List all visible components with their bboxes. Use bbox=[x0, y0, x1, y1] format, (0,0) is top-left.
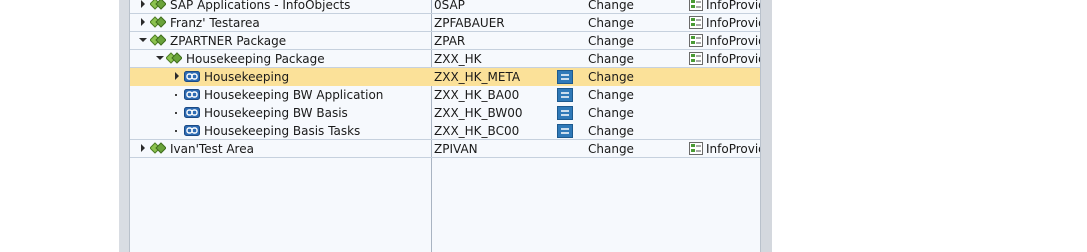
expand-icon[interactable] bbox=[175, 72, 179, 80]
technical-name: ZXX_HK_BC00 bbox=[434, 124, 520, 138]
tree-label: Housekeeping BW Basis bbox=[204, 106, 348, 120]
package-tree: SAP Applications - InfoObjects 0SAP Chan… bbox=[130, 0, 760, 252]
left-gutter bbox=[0, 0, 119, 252]
tree-row[interactable]: Housekeeping Basis Tasks ZXX_HK_BC00 Cha… bbox=[130, 122, 760, 140]
infoprovider-label[interactable]: InfoProvid bbox=[706, 0, 760, 12]
expand-icon[interactable] bbox=[141, 0, 145, 8]
change-link[interactable]: Change bbox=[588, 34, 634, 48]
tree-label: Housekeeping BW Application bbox=[204, 88, 384, 102]
infoprovider-icon bbox=[689, 52, 703, 65]
tree-row[interactable]: Housekeeping BW Basis ZXX_HK_BW00 Change bbox=[130, 104, 760, 122]
technical-name: ZPFABAUER bbox=[434, 16, 505, 30]
change-link[interactable]: Change bbox=[588, 88, 634, 102]
documentation-icon[interactable] bbox=[557, 124, 573, 138]
change-link[interactable]: Change bbox=[588, 106, 634, 120]
process-chain-component-icon bbox=[184, 89, 200, 100]
tree-label: ZPARTNER Package bbox=[170, 34, 287, 48]
technical-name: ZXX_HK_BA00 bbox=[434, 88, 520, 102]
leaf-bullet-icon bbox=[175, 130, 177, 132]
tree-row[interactable]: Ivan'Test Area ZPIVAN Change InfoProvid bbox=[130, 140, 760, 158]
documentation-icon[interactable] bbox=[557, 88, 573, 102]
leaf-bullet-icon bbox=[175, 94, 177, 96]
package-diamond-icon bbox=[150, 34, 166, 46]
expand-icon[interactable] bbox=[141, 18, 145, 26]
process-chain-component-icon bbox=[184, 125, 200, 136]
tree-row[interactable]: Franz' Testarea ZPFABAUER Change InfoPro… bbox=[130, 14, 760, 32]
process-chain-component-icon bbox=[184, 107, 200, 118]
infoprovider-label[interactable]: InfoProvid bbox=[706, 16, 760, 30]
infoprovider-icon bbox=[689, 34, 703, 47]
collapse-icon[interactable] bbox=[139, 38, 147, 42]
infoprovider-label[interactable]: InfoProvid bbox=[706, 34, 760, 48]
tree-label: Franz' Testarea bbox=[170, 16, 260, 30]
right-frame-line bbox=[760, 0, 761, 252]
infoprovider-icon bbox=[689, 142, 703, 155]
technical-name: ZXX_HK_BW00 bbox=[434, 106, 523, 120]
technical-name: ZXX_HK_META bbox=[434, 70, 521, 84]
documentation-icon[interactable] bbox=[557, 70, 573, 84]
change-link[interactable]: Change bbox=[588, 52, 634, 66]
process-chain-component-icon bbox=[184, 71, 200, 82]
tree-label: Housekeeping Package bbox=[186, 52, 325, 66]
tree-row-selected[interactable]: Housekeeping ZXX_HK_META Change bbox=[130, 68, 760, 86]
leaf-bullet-icon bbox=[175, 112, 177, 114]
technical-name: ZPAR bbox=[434, 34, 466, 48]
collapse-icon[interactable] bbox=[156, 56, 164, 60]
tree-label: Housekeeping bbox=[204, 70, 290, 84]
infoprovider-label[interactable]: InfoProvid bbox=[706, 52, 760, 66]
technical-name: ZPIVAN bbox=[434, 142, 478, 156]
tree-label: Housekeeping Basis Tasks bbox=[204, 124, 361, 138]
tree-row[interactable]: SAP Applications - InfoObjects 0SAP Chan… bbox=[130, 0, 760, 14]
documentation-icon[interactable] bbox=[557, 106, 573, 120]
tree-row[interactable]: ZPARTNER Package ZPAR Change InfoProvid bbox=[130, 32, 760, 50]
package-diamond-icon bbox=[166, 52, 182, 64]
tree-label: Ivan'Test Area bbox=[170, 142, 254, 156]
technical-name: ZXX_HK bbox=[434, 52, 482, 66]
infoprovider-icon bbox=[689, 16, 703, 29]
tree-row[interactable]: Housekeeping Package ZXX_HK Change InfoP… bbox=[130, 50, 760, 68]
right-frame bbox=[760, 0, 772, 252]
change-link[interactable]: Change bbox=[588, 142, 634, 156]
change-link[interactable]: Change bbox=[588, 16, 634, 30]
tree-row[interactable]: Housekeeping BW Application ZXX_HK_BA00 … bbox=[130, 86, 760, 104]
expand-icon[interactable] bbox=[141, 144, 145, 152]
change-link[interactable]: Change bbox=[588, 70, 634, 84]
package-diamond-icon bbox=[150, 16, 166, 28]
infoprovider-label[interactable]: InfoProvid bbox=[706, 142, 760, 156]
change-link[interactable]: Change bbox=[588, 0, 634, 12]
tree-label: SAP Applications - InfoObjects bbox=[170, 0, 351, 12]
package-diamond-icon bbox=[150, 0, 166, 10]
change-link[interactable]: Change bbox=[588, 124, 634, 138]
technical-name: 0SAP bbox=[434, 0, 465, 12]
package-diamond-icon bbox=[150, 142, 166, 154]
infoprovider-icon bbox=[689, 0, 703, 11]
